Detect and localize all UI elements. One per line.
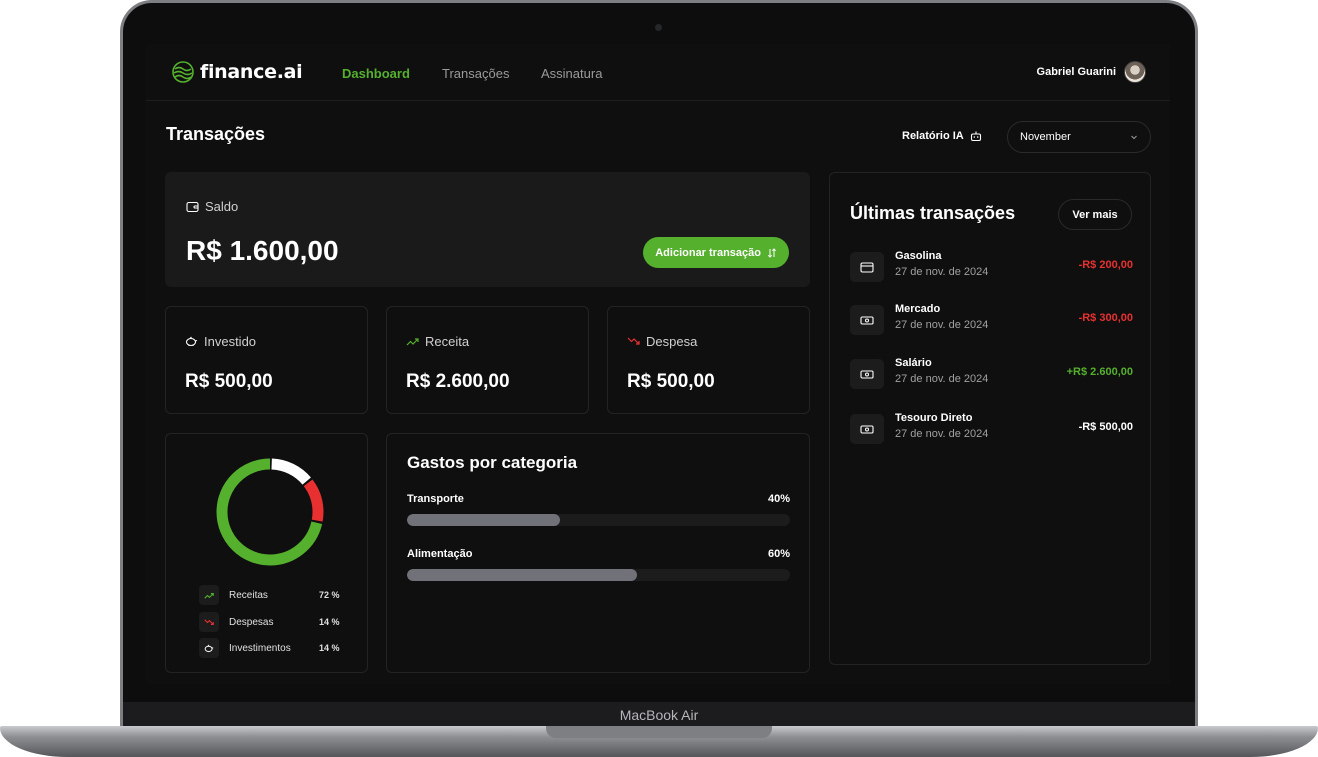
add-transaction-button[interactable]: Adicionar transação [643, 237, 789, 268]
transaction-name: Mercado [895, 303, 941, 315]
category-bar-fill [407, 569, 637, 581]
logo-icon [172, 61, 194, 83]
laptop-chin: MacBook Air [123, 702, 1195, 728]
user-menu[interactable]: Gabriel Guarini [1037, 61, 1146, 83]
trending-up-icon [406, 338, 419, 346]
transaction-row[interactable]: Gasolina 27 de nov. de 2024 -R$ 200,00 [850, 250, 1133, 284]
transaction-date: 27 de nov. de 2024 [895, 319, 989, 331]
legend-name: Investimentos [229, 642, 291, 654]
expense-amount: R$ 500,00 [627, 371, 715, 392]
laptop-model-label: MacBook Air [619, 707, 699, 723]
user-name: Gabriel Guarini [1036, 66, 1116, 78]
nav-link-transactions[interactable]: Transações [442, 66, 509, 81]
trending-up-icon [199, 585, 219, 605]
month-select[interactable]: November [1007, 121, 1151, 153]
expense-label: Despesa [646, 334, 698, 349]
transaction-name: Tesouro Direto [895, 412, 973, 424]
category-percent: 60% [767, 548, 790, 560]
trending-down-icon [627, 337, 640, 345]
month-select-value: November [1020, 131, 1071, 143]
wallet-icon [186, 201, 199, 212]
chevron-down-icon [1131, 135, 1137, 140]
transactions-card: Últimas transações Ver mais Gasolina 27 … [829, 172, 1151, 665]
transaction-amount: +R$ 2.600,00 [1066, 366, 1133, 378]
expense-card: Despesa R$ 500,00 [607, 306, 810, 414]
category-name: Transporte [407, 493, 464, 505]
income-amount: R$ 2.600,00 [406, 371, 510, 392]
transaction-amount: -R$ 500,00 [1078, 421, 1133, 433]
camera-icon [655, 24, 662, 31]
trending-down-icon [199, 612, 219, 632]
piggy-bank-icon [185, 336, 198, 347]
expense-label-row: Despesa [627, 334, 697, 349]
category-name: Alimentação [407, 548, 473, 560]
transaction-date: 27 de nov. de 2024 [895, 373, 989, 385]
piggy-bank-icon [199, 638, 219, 658]
categories-card: Gastos por categoria Transporte 40% Alim… [386, 433, 810, 673]
category-percent: 40% [767, 493, 790, 505]
page-title: Transações [166, 124, 266, 144]
transactions-title: Últimas transações [850, 203, 1016, 223]
invested-label: Investido [204, 334, 257, 349]
donut-chart [216, 458, 324, 566]
transaction-date: 27 de nov. de 2024 [895, 266, 989, 278]
category-food: Alimentação 60% [407, 548, 790, 581]
legend-percent: 14 % [319, 643, 340, 653]
legend-item-income: Receitas 72 % [199, 585, 340, 605]
invested-card: Investido R$ 500,00 [165, 306, 368, 414]
legend-name: Receitas [229, 589, 268, 601]
transaction-row[interactable]: Mercado 27 de nov. de 2024 -R$ 300,00 [850, 303, 1133, 337]
income-label: Receita [425, 334, 470, 349]
nav-link-subscription[interactable]: Assinatura [541, 66, 602, 81]
legend-percent: 72 % [319, 590, 340, 600]
transaction-date: 27 de nov. de 2024 [895, 428, 989, 440]
avatar[interactable] [1124, 61, 1146, 83]
arrow-up-down-icon [767, 247, 777, 258]
transaction-name: Salário [895, 357, 932, 369]
income-card: Receita R$ 2.600,00 [386, 306, 589, 414]
transaction-name: Gasolina [895, 250, 942, 262]
category-bar-track [407, 569, 790, 581]
invested-amount: R$ 500,00 [185, 371, 273, 392]
bot-icon [970, 131, 981, 142]
nav-link-dashboard[interactable]: Dashboard [342, 66, 410, 81]
legend-percent: 14 % [319, 617, 340, 627]
add-transaction-label: Adicionar transação [655, 246, 761, 259]
cash-icon [850, 359, 884, 389]
ai-report-button[interactable]: Relatório IA [902, 130, 982, 142]
cash-icon [850, 305, 884, 335]
categories-title: Gastos por categoria [407, 453, 578, 472]
laptop-notch [546, 726, 772, 738]
logo[interactable]: finance.ai [172, 61, 303, 83]
invested-label-row: Investido [185, 334, 256, 349]
transaction-amount: -R$ 300,00 [1078, 312, 1133, 324]
legend-item-investments: Investimentos 14 % [199, 638, 340, 658]
see-more-button[interactable]: Ver mais [1058, 199, 1132, 230]
category-bar-fill [407, 514, 561, 526]
ai-report-label: Relatório IA [902, 130, 964, 142]
transaction-row[interactable]: Salário 27 de nov. de 2024 +R$ 2.600,00 [850, 357, 1133, 391]
transaction-row[interactable]: Tesouro Direto 27 de nov. de 2024 -R$ 50… [850, 412, 1133, 446]
category-bar-track [407, 514, 790, 526]
logo-text: finance.ai [200, 61, 303, 83]
credit-card-icon [850, 252, 884, 282]
balance-amount: R$ 1.600,00 [186, 235, 339, 266]
legend-name: Despesas [229, 616, 274, 628]
category-transport: Transporte 40% [407, 493, 790, 526]
donut-card: Receitas 72 % Despesas 14 % Investimento… [165, 433, 368, 673]
legend-item-expenses: Despesas 14 % [199, 612, 340, 632]
income-label-row: Receita [406, 334, 469, 349]
balance-label-row: Saldo [186, 199, 238, 214]
app-screen: finance.ai Dashboard Transações Assinatu… [146, 44, 1170, 684]
cash-icon [850, 414, 884, 444]
balance-card: Saldo R$ 1.600,00 Adicionar transação [165, 172, 810, 287]
transaction-amount: -R$ 200,00 [1078, 259, 1133, 271]
balance-label: Saldo [205, 199, 239, 214]
top-navbar: finance.ai Dashboard Transações Assinatu… [146, 44, 1170, 101]
